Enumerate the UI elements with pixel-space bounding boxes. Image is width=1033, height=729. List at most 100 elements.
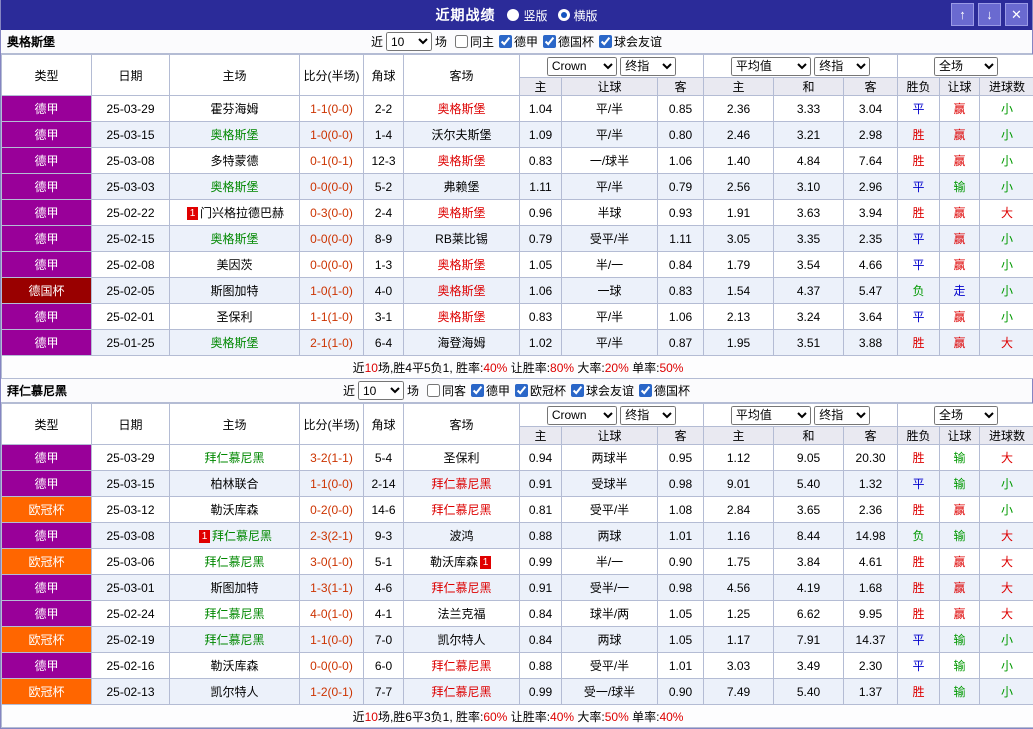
home-team[interactable]: 多特蒙德 <box>169 147 300 174</box>
odds-stage-select[interactable]: 终指 <box>620 405 677 425</box>
match-score[interactable]: 1-0(0-0) <box>299 121 364 148</box>
move-up-button[interactable]: ↑ <box>951 3 974 26</box>
filter-checkbox[interactable]: 欧冠杯 <box>510 382 566 399</box>
home-team[interactable]: 圣保利 <box>169 303 300 330</box>
home-team[interactable]: 拜仁慕尼黑 <box>169 626 300 653</box>
average-select[interactable]: 平均值 <box>730 405 811 425</box>
away-team[interactable]: 奥格斯堡 <box>403 303 520 330</box>
checkbox-input[interactable] <box>499 35 512 48</box>
home-team[interactable]: 拜仁慕尼黑 <box>169 444 300 471</box>
odds-stage-select[interactable]: 终指 <box>620 56 677 76</box>
away-team[interactable]: 海登海姆 <box>403 329 520 356</box>
home-team[interactable]: 勒沃库森 <box>169 496 300 523</box>
home-team[interactable]: 斯图加特 <box>169 277 300 304</box>
away-team[interactable]: 法兰克福 <box>403 600 520 627</box>
average-select[interactable]: 平均值 <box>730 56 811 76</box>
home-team[interactable]: 奥格斯堡 <box>169 329 300 356</box>
recent-count-select[interactable]: 10 <box>357 381 404 400</box>
home-team[interactable]: 拜仁慕尼黑 <box>169 548 300 575</box>
filter-checkbox[interactable]: 德甲 <box>494 33 538 50</box>
home-team[interactable]: 奥格斯堡 <box>169 173 300 200</box>
team-name-text: 奥格斯堡 <box>210 128 259 142</box>
match-score[interactable]: 1-1(0-0) <box>299 95 364 122</box>
checkbox-input[interactable] <box>599 35 613 48</box>
home-team[interactable]: 勒沃库森 <box>169 652 300 679</box>
away-team[interactable]: 凯尔特人 <box>403 626 520 653</box>
match-score[interactable]: 0-1(0-1) <box>299 147 364 174</box>
checkbox-input[interactable] <box>571 384 585 397</box>
home-team[interactable]: 拜仁慕尼黑 <box>169 600 300 627</box>
away-team[interactable]: 奥格斯堡 <box>403 95 520 122</box>
away-team[interactable]: RB莱比锡 <box>403 225 520 252</box>
checkbox-input[interactable] <box>454 35 468 48</box>
match-score[interactable]: 4-0(1-0) <box>299 600 364 627</box>
filter-checkbox[interactable]: 同主 <box>450 33 494 50</box>
home-team[interactable]: 1 门兴格拉德巴赫 <box>169 199 300 226</box>
bookmaker-select[interactable]: Crown <box>546 405 617 425</box>
average-stage-select[interactable]: 终指 <box>814 405 871 425</box>
filter-checkbox[interactable]: 德国杯 <box>538 33 594 50</box>
recent-count-select[interactable]: 10 <box>385 32 432 51</box>
scope-select[interactable]: 全场 <box>934 56 999 76</box>
layout-mode-radio[interactable]: 横版 <box>557 7 598 24</box>
filter-checkbox[interactable]: 球会友谊 <box>566 382 634 399</box>
home-team[interactable]: 凯尔特人 <box>169 678 300 705</box>
match-score[interactable]: 2-1(1-0) <box>299 329 364 356</box>
match-score[interactable]: 0-0(0-0) <box>299 251 364 278</box>
away-team[interactable]: 波鸿 <box>403 522 520 549</box>
filter-checkbox[interactable]: 同客 <box>422 382 466 399</box>
checkbox-input[interactable] <box>515 384 528 397</box>
layout-mode-radio[interactable]: 竖版 <box>507 7 548 24</box>
checkbox-input[interactable] <box>470 384 484 397</box>
eu-home-odds: 3.05 <box>703 225 775 252</box>
checkbox-input[interactable] <box>426 384 440 397</box>
match-score[interactable]: 1-0(1-0) <box>299 277 364 304</box>
move-down-button[interactable]: ↓ <box>978 3 1001 26</box>
close-button[interactable]: ✕ <box>1005 3 1028 26</box>
match-score[interactable]: 3-2(1-1) <box>299 444 364 471</box>
radio-dot-icon[interactable] <box>557 9 570 21</box>
away-team[interactable]: 奥格斯堡 <box>403 199 520 226</box>
away-team[interactable]: 沃尔夫斯堡 <box>403 121 520 148</box>
match-score[interactable]: 0-0(0-0) <box>299 652 364 679</box>
match-score[interactable]: 0-0(0-0) <box>299 225 364 252</box>
away-team[interactable]: 弗赖堡 <box>403 173 520 200</box>
filter-checkbox[interactable]: 德甲 <box>466 382 510 399</box>
match-score[interactable]: 1-1(0-0) <box>299 626 364 653</box>
average-stage-select[interactable]: 终指 <box>814 56 871 76</box>
away-team[interactable]: 奥格斯堡 <box>403 147 520 174</box>
checkbox-input[interactable] <box>543 35 557 48</box>
match-score[interactable]: 1-2(0-1) <box>299 678 364 705</box>
match-score[interactable]: 0-0(0-0) <box>299 173 364 200</box>
home-team[interactable]: 奥格斯堡 <box>169 121 300 148</box>
match-score[interactable]: 2-3(2-1) <box>299 522 364 549</box>
bookmaker-select[interactable]: Crown <box>546 56 617 76</box>
home-team[interactable]: 柏林联合 <box>169 470 300 497</box>
match-score[interactable]: 1-1(1-0) <box>299 303 364 330</box>
away-team[interactable]: 拜仁慕尼黑 <box>403 574 520 601</box>
away-team[interactable]: 拜仁慕尼黑 <box>403 470 520 497</box>
radio-dot-icon[interactable] <box>507 9 520 21</box>
checkbox-input[interactable] <box>639 384 653 397</box>
away-team[interactable]: 拜仁慕尼黑 <box>403 496 520 523</box>
away-team[interactable]: 圣保利 <box>403 444 520 471</box>
home-team[interactable]: 斯图加特 <box>169 574 300 601</box>
away-team[interactable]: 拜仁慕尼黑 <box>403 678 520 705</box>
away-team[interactable]: 拜仁慕尼黑 <box>403 652 520 679</box>
home-team[interactable]: 奥格斯堡 <box>169 225 300 252</box>
away-team[interactable]: 奥格斯堡 <box>403 277 520 304</box>
match-score[interactable]: 0-3(0-0) <box>299 199 364 226</box>
away-team[interactable]: 勒沃库森 1 <box>403 548 520 575</box>
match-score[interactable]: 3-0(1-0) <box>299 548 364 575</box>
match-score[interactable]: 0-2(0-0) <box>299 496 364 523</box>
filter-checkbox[interactable]: 德国杯 <box>634 382 690 399</box>
filter-checkbox[interactable]: 球会友谊 <box>594 33 662 50</box>
home-team[interactable]: 美因茨 <box>169 251 300 278</box>
away-team[interactable]: 奥格斯堡 <box>403 251 520 278</box>
match-score[interactable]: 1-3(1-1) <box>299 574 364 601</box>
home-team[interactable]: 霍芬海姆 <box>169 95 300 122</box>
home-team[interactable]: 1 拜仁慕尼黑 <box>169 522 300 549</box>
scope-select[interactable]: 全场 <box>934 405 999 425</box>
match-score[interactable]: 1-1(0-0) <box>299 470 364 497</box>
corner-score: 3-1 <box>363 303 404 330</box>
